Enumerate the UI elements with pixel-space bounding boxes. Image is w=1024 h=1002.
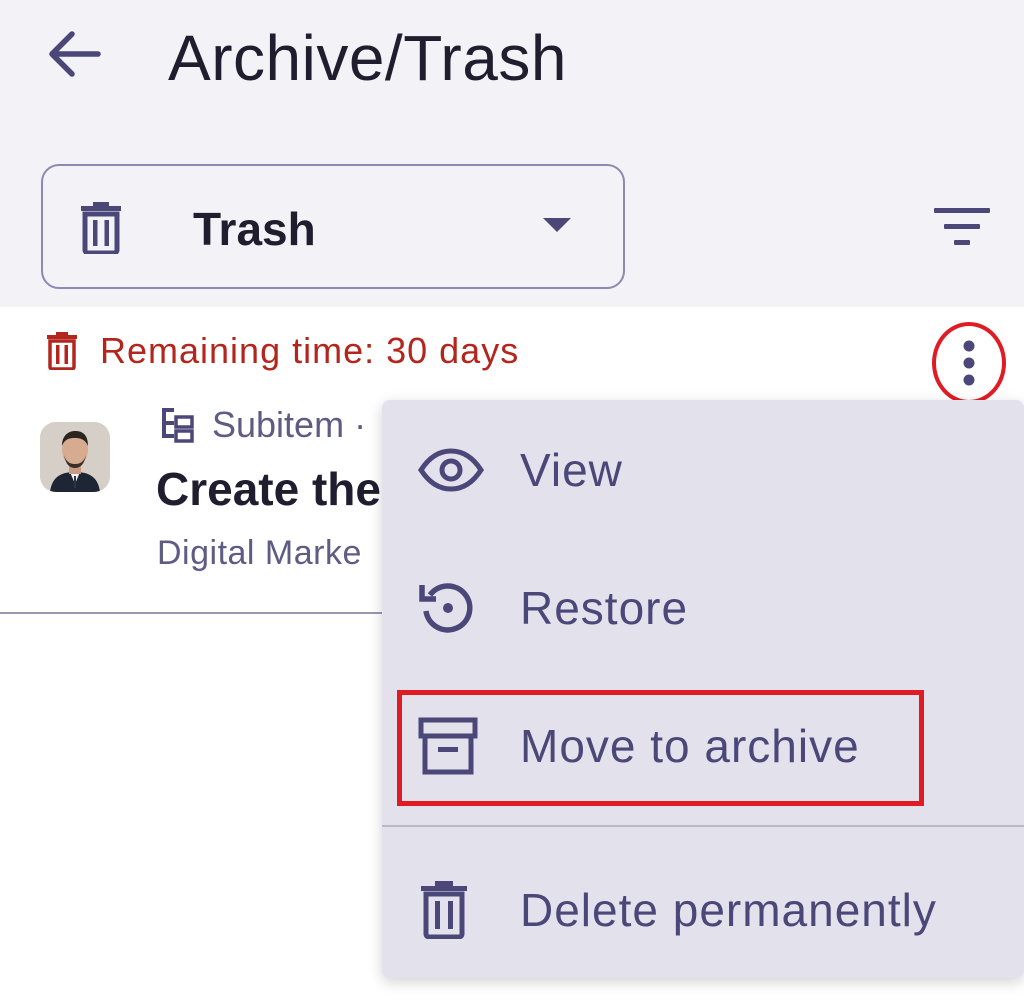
arrow-left-icon <box>49 31 101 77</box>
back-button[interactable] <box>42 22 106 86</box>
more-options-button[interactable] <box>932 322 1006 404</box>
archive-trash-screen: Archive/Trash Trash Remaining time: 30 d… <box>0 0 1024 1002</box>
subitem-tree-icon <box>162 408 194 443</box>
list-type-selector[interactable]: Trash <box>41 164 625 289</box>
menu-item-view[interactable]: View <box>382 410 1024 530</box>
avatar <box>40 422 110 492</box>
caret-down-icon <box>543 218 571 232</box>
trash-icon <box>421 881 467 939</box>
menu-item-label: Restore <box>520 582 689 634</box>
subitem-label: Subitem · <box>212 404 367 445</box>
menu-item-label: Delete permanently <box>520 884 937 936</box>
trash-icon <box>47 332 77 370</box>
highlight-annotation <box>397 690 924 806</box>
restore-icon <box>419 583 473 633</box>
more-vertical-icon <box>963 340 975 386</box>
item-title: Create the <box>156 463 381 515</box>
menu-divider <box>382 825 1024 827</box>
filter-button[interactable] <box>930 204 994 255</box>
remaining-time: Remaining time: 30 days <box>46 330 519 372</box>
person-photo-icon <box>40 422 110 492</box>
trash-icon <box>81 202 121 254</box>
menu-item-restore[interactable]: Restore <box>382 548 1024 668</box>
menu-item-delete-permanently[interactable]: Delete permanently <box>382 850 1024 970</box>
remaining-time-label: Remaining time: 30 days <box>100 330 520 371</box>
item-options-menu: View Restore Move to archive Delete perm… <box>382 400 1024 978</box>
selector-value: Trash <box>193 203 316 255</box>
eye-icon <box>418 448 484 492</box>
filter-icon <box>934 208 990 245</box>
menu-item-label: View <box>520 444 623 496</box>
page-title: Archive/Trash <box>168 22 567 94</box>
subitem-row: Subitem · <box>160 404 366 446</box>
item-board-name: Digital Marke <box>157 534 362 572</box>
